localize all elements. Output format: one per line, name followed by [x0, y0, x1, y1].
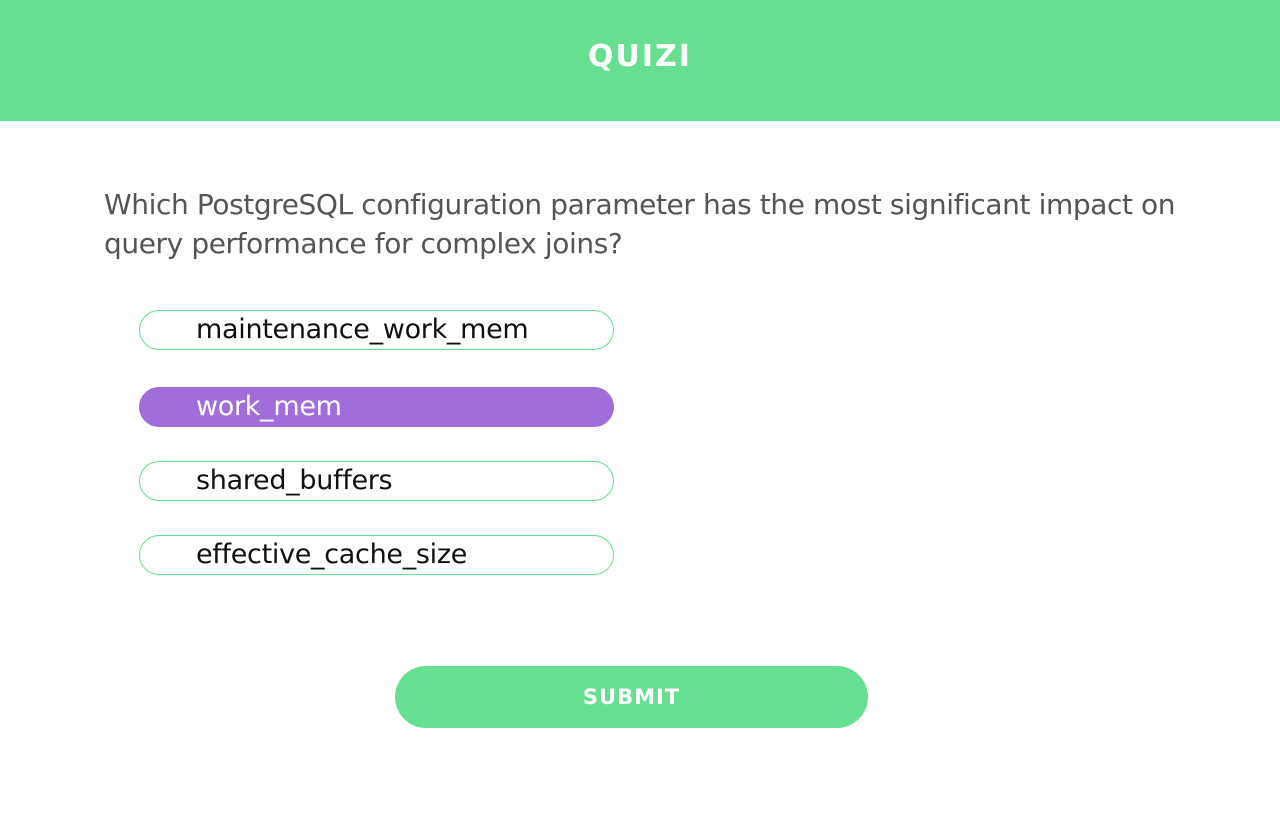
app-header: QUIZI: [0, 0, 1280, 121]
app-logo: QUIZI: [588, 39, 692, 74]
question-text: Which PostgreSQL configuration parameter…: [104, 188, 1176, 260]
answer-option-label: work_mem: [196, 391, 342, 422]
answer-option[interactable]: maintenance_work_mem: [139, 310, 614, 350]
answer-option-label: maintenance_work_mem: [196, 314, 529, 345]
submit-button[interactable]: SUBMIT: [395, 666, 868, 728]
answer-option[interactable]: work_mem: [139, 387, 614, 427]
answer-option[interactable]: shared_buffers: [139, 461, 614, 501]
answer-option[interactable]: effective_cache_size: [139, 535, 614, 575]
answer-option-label: effective_cache_size: [196, 539, 468, 570]
answer-option-label: shared_buffers: [196, 465, 393, 496]
